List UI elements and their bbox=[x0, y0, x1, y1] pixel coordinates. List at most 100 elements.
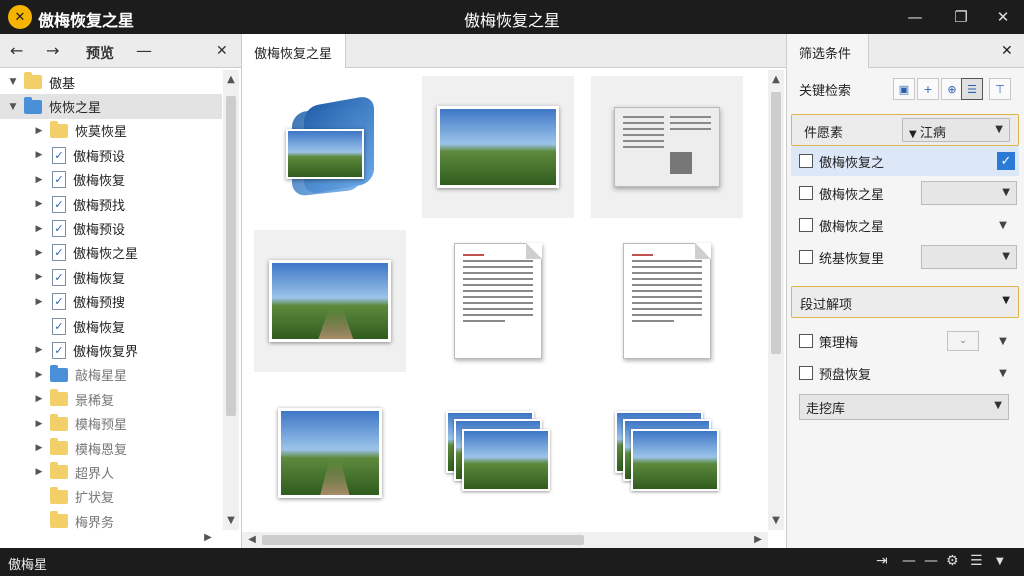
checked-checkbox-icon[interactable]: ✓ bbox=[997, 152, 1015, 170]
close-panel-button[interactable]: ✕ bbox=[216, 43, 228, 59]
folder-picker-icon[interactable]: ⌄ bbox=[947, 331, 979, 351]
close-filter-panel-button[interactable]: ✕ bbox=[1001, 43, 1013, 59]
collapse-panel-button[interactable]: — bbox=[136, 41, 152, 60]
option-checkbox[interactable] bbox=[799, 250, 813, 264]
option-dropdown[interactable]: ▼ bbox=[921, 181, 1017, 205]
back-arrow-icon[interactable]: ← bbox=[10, 41, 23, 60]
thumbnail-text-document-2[interactable] bbox=[591, 230, 743, 372]
tree-item[interactable]: ▶ ✓ 傲梅预设 bbox=[0, 143, 222, 167]
chevron-down-icon[interactable]: ▼ bbox=[6, 77, 20, 87]
tree-item[interactable]: ▶ ✓ 傲梅预搜 bbox=[0, 290, 222, 314]
tree-item[interactable]: ▼ 傲基 bbox=[0, 70, 222, 94]
chevron-right-icon[interactable]: ▶ bbox=[32, 370, 46, 380]
filter-option-row[interactable]: 傲梅恢之星 ▼ bbox=[791, 178, 1019, 208]
grid-vertical-scrollbar[interactable]: ▲ ▼ bbox=[768, 70, 784, 530]
tree-item[interactable]: ▶ ✓ 傲梅预设 bbox=[0, 216, 222, 240]
option-checkbox[interactable] bbox=[799, 186, 813, 200]
filter-section-file-type[interactable]: 件愿素 ▼ 江病 ▼ bbox=[791, 114, 1019, 146]
forward-arrow-icon[interactable]: → bbox=[46, 41, 59, 60]
tree-item[interactable]: ▶ 模梅恩复 bbox=[0, 436, 222, 460]
chevron-down-icon[interactable]: ▼ bbox=[993, 336, 1013, 347]
thumbnail-book-document[interactable] bbox=[591, 76, 743, 218]
tree-item[interactable]: ▶ ✓ 傲梅恢复 bbox=[0, 168, 222, 192]
chevron-right-icon[interactable]: ▶ bbox=[32, 126, 46, 136]
chevron-down-icon[interactable]: ▼ bbox=[996, 556, 1004, 567]
filter-location-dropdown[interactable]: 走挖库 ▼ bbox=[799, 394, 1009, 420]
filter-option-row[interactable]: 策理梅 ⌄ ▼ bbox=[791, 326, 1019, 356]
tree-item[interactable]: ▶ 模梅预星 bbox=[0, 411, 222, 435]
tree-scroll-thumb[interactable] bbox=[226, 96, 236, 416]
tree-item[interactable]: ▶ ✓ 傲梅恢复界 bbox=[0, 338, 222, 362]
grid-hscroll-thumb[interactable] bbox=[262, 535, 584, 545]
minus-icon[interactable]: — bbox=[924, 553, 938, 569]
close-window-button[interactable]: ✕ bbox=[992, 6, 1014, 28]
option-checkbox[interactable] bbox=[799, 218, 813, 232]
preview-label[interactable]: 预览 bbox=[86, 43, 114, 63]
tree-item[interactable]: 梅界务 bbox=[0, 509, 222, 530]
chevron-right-icon[interactable]: ▶ bbox=[32, 150, 46, 160]
chevron-right-icon[interactable]: ▶ bbox=[32, 224, 46, 234]
chevron-right-icon[interactable]: ▶ bbox=[32, 199, 46, 209]
chevron-down-icon[interactable]: ▼ bbox=[993, 368, 1013, 379]
option-checkbox[interactable] bbox=[799, 366, 813, 380]
restore-button[interactable]: ❐ bbox=[950, 6, 972, 28]
chevron-right-icon[interactable]: ▶ bbox=[32, 272, 46, 282]
filter-keyword-label: 关键检索 bbox=[799, 84, 852, 99]
chevron-right-icon[interactable]: ▶ bbox=[32, 248, 46, 258]
sort-icon[interactable]: ⊤ bbox=[989, 78, 1011, 100]
export-icon[interactable]: ⇥ bbox=[876, 553, 888, 569]
tag-filter-icon[interactable]: ⊕ bbox=[941, 78, 963, 100]
menu-icon[interactable]: ☰ bbox=[970, 553, 983, 569]
chevron-right-icon[interactable]: ▶ bbox=[32, 467, 46, 477]
tree-item[interactable]: ▶ ✓ 傲梅恢之星 bbox=[0, 241, 222, 265]
chevron-right-icon[interactable]: ▶ bbox=[32, 345, 46, 355]
thumbnail-trees-photo[interactable] bbox=[254, 382, 406, 524]
minimize-button[interactable]: — bbox=[904, 6, 926, 28]
tree-scroll-right-icon[interactable]: ▶ bbox=[200, 532, 216, 543]
chevron-down-icon[interactable]: ▼ bbox=[6, 102, 20, 112]
tree-item[interactable]: ▶ 景稀复 bbox=[0, 387, 222, 411]
tree-item[interactable]: ▼ 恢恢之星 bbox=[0, 94, 222, 119]
filter-option-row[interactable]: 傲梅恢复之 ✓ bbox=[791, 146, 1019, 176]
tree-item-label: 恢恢之星 bbox=[49, 101, 102, 117]
grid-horizontal-scrollbar[interactable]: ◀ ▶ bbox=[242, 532, 768, 548]
chevron-right-icon[interactable]: ▶ bbox=[32, 443, 46, 453]
add-filter-icon[interactable]: + bbox=[917, 78, 939, 100]
folder-icon bbox=[50, 120, 68, 138]
filter-option-row[interactable]: 统基恢复里 ▼ bbox=[791, 242, 1019, 272]
chevron-right-icon[interactable]: ▶ bbox=[32, 419, 46, 429]
gear-icon[interactable]: ⚙ bbox=[946, 553, 959, 569]
tree-item[interactable]: 扩状复 bbox=[0, 485, 222, 509]
list-view-icon[interactable]: ☰ bbox=[961, 78, 983, 100]
tree-item[interactable]: ✓ 傲梅恢复 bbox=[0, 314, 222, 338]
option-checkbox[interactable] bbox=[799, 334, 813, 348]
file-type-dropdown[interactable]: ▼ 江病 ▼ bbox=[902, 118, 1010, 142]
grid-scroll-thumb[interactable] bbox=[771, 92, 781, 354]
tree-item[interactable]: ▶ ✓ 傲梅恢复 bbox=[0, 265, 222, 289]
thumbnail-photo-stack-2[interactable] bbox=[591, 382, 743, 524]
option-dropdown[interactable]: ▼ bbox=[921, 245, 1017, 269]
chevron-right-icon[interactable]: ▶ bbox=[32, 394, 46, 404]
minus-icon[interactable]: — bbox=[902, 553, 916, 569]
thumbnail-road-photo[interactable] bbox=[254, 230, 406, 372]
chevron-right-icon[interactable]: ▶ bbox=[32, 175, 46, 185]
chevron-down-icon[interactable]: ▼ bbox=[993, 220, 1013, 231]
landscape-photo-image bbox=[437, 106, 559, 188]
filter-option-row[interactable]: 预盘恢复 ▼ bbox=[791, 358, 1019, 388]
thumbnail-photo-stack-1[interactable] bbox=[422, 382, 574, 524]
tab-filter-conditions[interactable]: 筛选条件 bbox=[787, 34, 869, 68]
thumbnail-text-document-1[interactable] bbox=[422, 230, 574, 372]
thumbnail-landscape-photo[interactable] bbox=[422, 76, 574, 218]
tree-scrollbar[interactable]: ▲ ▼ bbox=[223, 70, 239, 530]
filter-option-row[interactable]: 傲梅恢之星 ▼ bbox=[791, 210, 1019, 240]
filter-section-advanced[interactable]: 段过解项 ▼ bbox=[791, 286, 1019, 318]
tree-item[interactable]: ▶ ✓ 傲梅预找 bbox=[0, 192, 222, 216]
folder-filter-icon[interactable]: ▣ bbox=[893, 78, 915, 100]
tree-item[interactable]: ▶ 恢莫恢星 bbox=[0, 119, 222, 143]
option-checkbox[interactable] bbox=[799, 154, 813, 168]
tab-preview[interactable]: 傲梅恢复之星 bbox=[242, 34, 346, 68]
tree-item[interactable]: ▶ 敲梅星星 bbox=[0, 363, 222, 387]
chevron-right-icon[interactable]: ▶ bbox=[32, 297, 46, 307]
thumbnail-app-logo[interactable] bbox=[254, 76, 406, 218]
tree-item[interactable]: ▶ 超界人 bbox=[0, 460, 222, 484]
